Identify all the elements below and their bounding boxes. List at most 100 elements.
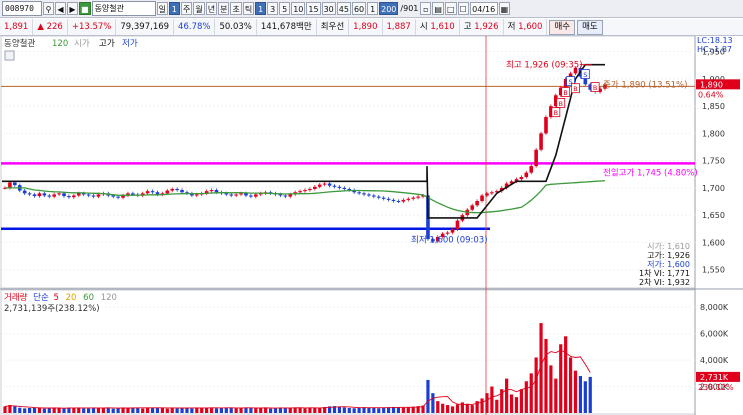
search-icon[interactable]: ⚲	[43, 2, 54, 15]
volume-bar	[283, 407, 287, 413]
period-button-10[interactable]: 5	[279, 2, 291, 15]
volume-bar	[67, 407, 71, 413]
volume-bar	[470, 405, 474, 413]
volume-legend: 거래량 단순 5 20 60 120	[4, 292, 117, 303]
current-pct-axis-label: 0.64%	[698, 90, 724, 99]
volume-bar	[554, 378, 558, 413]
price-change-pct: +13.57%	[68, 19, 117, 35]
candle-body	[195, 194, 199, 196]
buy-signal-label: B	[573, 85, 577, 93]
volume-bar	[165, 408, 169, 413]
candle-body	[234, 194, 238, 196]
candle-body	[47, 195, 52, 197]
period-button-7[interactable]: 틱	[242, 2, 255, 15]
volume-legend-title: 거래량	[4, 292, 28, 303]
open-label: 시	[419, 22, 428, 32]
candle-body	[175, 188, 179, 191]
candle-body	[214, 190, 219, 193]
volume-bar	[588, 376, 592, 413]
calendar-icon[interactable]: ▦	[498, 2, 511, 15]
volume-bar	[372, 407, 376, 413]
current-price: 1,891	[0, 19, 34, 35]
volume-bar	[544, 338, 548, 413]
count-field[interactable]: 200	[379, 2, 399, 15]
volume-bar	[308, 407, 312, 413]
volume-bar	[13, 406, 17, 413]
chart-option-icon[interactable]: ▫	[420, 2, 432, 15]
chart-area[interactable]: 동양철관 120 시가 고가 저가 LC:18.13 HC:-1.87 SSB B…	[0, 36, 743, 415]
volume-bar	[175, 408, 179, 413]
date-field[interactable]: 04/16	[469, 2, 498, 15]
candle-body	[455, 220, 460, 230]
candle-body	[308, 188, 312, 191]
period-button-4[interactable]: 년	[205, 2, 218, 15]
period-button-3[interactable]: 월	[193, 2, 205, 15]
next-arrow-icon[interactable]: ▶	[67, 2, 78, 15]
volume-bar	[268, 408, 273, 413]
candle-body	[91, 195, 96, 197]
volume-bar	[96, 407, 101, 413]
candle-body	[544, 117, 548, 134]
candle-body	[180, 190, 184, 193]
chart-option-icon-2[interactable]: ▤	[432, 2, 444, 15]
stock-code-input[interactable]: 008970	[2, 1, 42, 16]
candle-body	[224, 193, 229, 195]
price-info-bar: 1,891 ▲ 226 +13.57% 79,397,169 46.78% 50…	[0, 19, 743, 36]
prev-arrow-icon[interactable]: ◀	[55, 2, 66, 15]
volume-bar	[18, 407, 22, 413]
candle-body	[367, 194, 371, 196]
sell-button[interactable]: 매도	[577, 19, 603, 35]
volume-bar	[583, 381, 587, 413]
period-button-12[interactable]: 15	[306, 2, 321, 15]
volume-bar	[352, 408, 356, 413]
candle-body	[445, 232, 450, 234]
period-button-11[interactable]: 10	[291, 2, 306, 15]
period-button-0[interactable]: 일	[156, 2, 168, 15]
period-button-9[interactable]: 3	[267, 2, 279, 15]
chart-option-icon-3[interactable]: □	[444, 2, 457, 15]
volume-bar	[209, 407, 214, 413]
candle-body	[524, 172, 529, 177]
candle-body	[313, 186, 317, 189]
volume-bar	[200, 407, 204, 413]
volume-bar	[446, 405, 450, 413]
panel-settings-icon[interactable]	[4, 50, 15, 61]
period-button-6[interactable]: 초	[230, 2, 242, 15]
candle-body	[254, 194, 258, 197]
candle-body	[342, 187, 347, 189]
candle-body	[322, 183, 327, 185]
candle-body	[347, 188, 352, 191]
period-button-15[interactable]: 60	[351, 2, 367, 15]
period-button-8[interactable]: 1	[255, 2, 267, 15]
candle-body	[13, 182, 17, 186]
candle-body	[8, 182, 12, 188]
candle-body	[288, 194, 293, 197]
checkbox-icon[interactable]: ☐	[457, 2, 469, 15]
period-button-14[interactable]: 45	[336, 2, 351, 15]
ohlc-summary: 시가: 1,610 고가: 1,926 저가: 1,600 1차 VI: 1,7…	[639, 242, 690, 287]
price-tick-label: 1,750	[702, 157, 725, 166]
period-button-2[interactable]: 주	[180, 2, 193, 15]
volume-bar	[234, 408, 238, 413]
volume-bar	[190, 408, 194, 413]
current-price-axis-label: 1,890	[700, 80, 723, 89]
price-change: ▲ 226	[33, 19, 68, 35]
volume-bar	[111, 408, 115, 413]
price-tick-label: 1,950	[702, 48, 725, 57]
period-button-16[interactable]: 1	[367, 2, 379, 15]
candle-body	[111, 195, 115, 197]
buy-button[interactable]: 매수	[549, 19, 576, 35]
volume-bar	[219, 407, 223, 413]
candle-body	[229, 194, 234, 196]
volume-bar	[62, 408, 66, 413]
candle-body	[298, 191, 302, 193]
stock-name-field[interactable]: 동양철관	[91, 1, 156, 16]
period-button-5[interactable]: 분	[218, 2, 230, 15]
candle-body	[485, 193, 489, 196]
volume-legend-ma5: 5	[54, 293, 59, 303]
period-button-1[interactable]: 1	[168, 2, 180, 15]
period-button-13[interactable]: 30	[321, 2, 336, 15]
volume-bar	[367, 407, 371, 413]
volume-bar	[564, 336, 568, 413]
volume-bar	[180, 407, 184, 413]
